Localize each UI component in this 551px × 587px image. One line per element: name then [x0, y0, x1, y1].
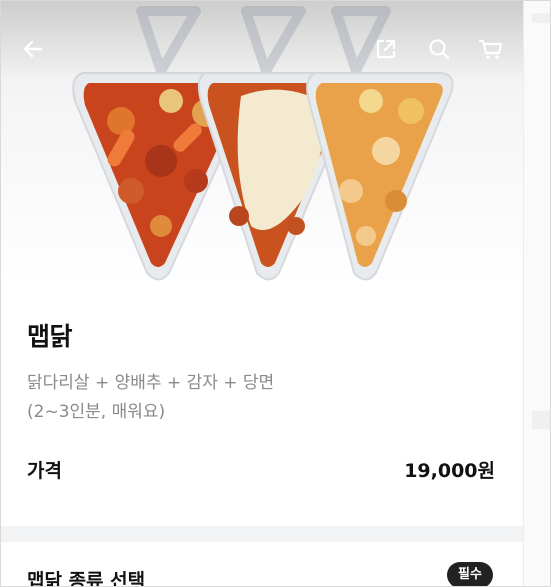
- back-arrow-icon: [23, 40, 43, 58]
- section-divider: [1, 526, 523, 542]
- back-button[interactable]: [19, 35, 47, 63]
- product-description-line1: 닭다리살 + 양배추 + 감자 + 당면: [27, 373, 275, 393]
- side-panel-bar: [532, 411, 550, 429]
- product-description-line2: (2~3인분, 매워요): [27, 402, 166, 422]
- cart-icon: [478, 39, 503, 59]
- share-button[interactable]: [372, 35, 400, 63]
- side-panel-bar: [532, 13, 550, 23]
- share-icon: [376, 39, 396, 59]
- required-badge: 필수: [447, 562, 493, 586]
- app-frame: 맵닭 닭다리살 + 양배추 + 감자 + 당면 (2~3인분, 매워요) 가격 …: [0, 0, 551, 587]
- top-navigation-bar: [1, 1, 523, 81]
- cart-button[interactable]: [477, 35, 505, 63]
- option-section-title: 맵닭 종류 선택: [27, 570, 146, 587]
- product-info-section: 맵닭 닭다리살 + 양배추 + 감자 + 당면 (2~3인분, 매워요) 가격 …: [1, 286, 523, 526]
- search-button[interactable]: [425, 35, 453, 63]
- product-title: 맵닭: [27, 322, 73, 351]
- option-select-section[interactable]: 맵닭 종류 선택 필수: [1, 542, 523, 587]
- search-icon: [429, 39, 450, 60]
- price-value: 19,000원: [404, 460, 495, 482]
- side-panel-edge: [523, 1, 550, 586]
- price-label: 가격: [27, 460, 62, 482]
